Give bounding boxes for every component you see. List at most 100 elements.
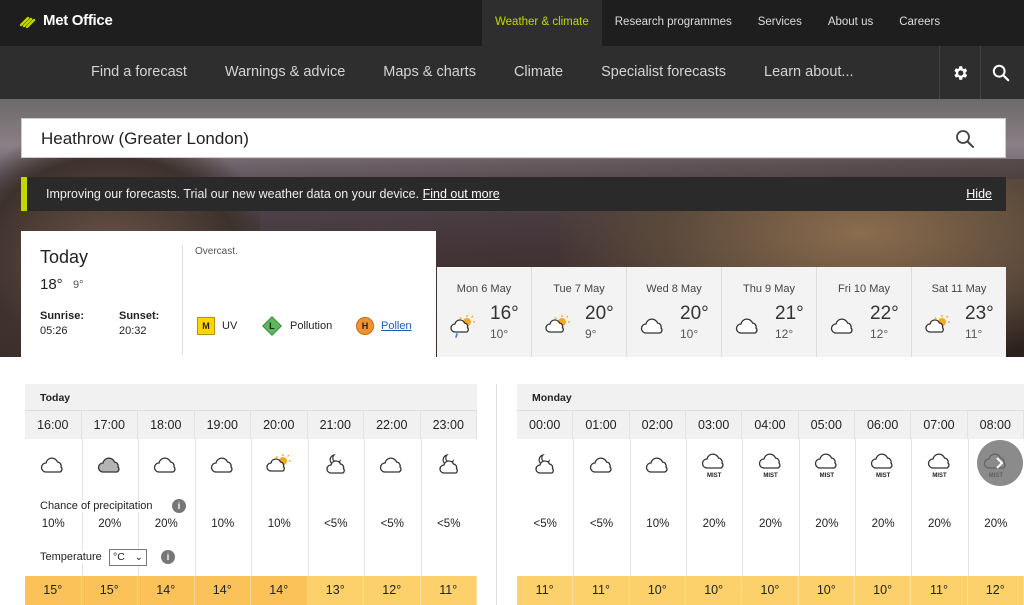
- nav-search-button[interactable]: [980, 46, 1021, 99]
- find-out-more-link[interactable]: Find out more: [423, 187, 500, 201]
- precip-value: 10%: [41, 518, 65, 530]
- next-hours-button[interactable]: [977, 440, 1023, 486]
- today-temps-row: 15° 15° 14° 14° 14° 13° 12° 11°: [25, 576, 477, 605]
- hour-time: 23:00: [421, 411, 477, 439]
- top-link-weather-climate[interactable]: Weather & climate: [482, 0, 602, 46]
- mist-label: MIST: [819, 473, 834, 479]
- temperature-value: 12°: [967, 576, 1024, 605]
- temperature-label: Temperature: [40, 551, 106, 563]
- main-nav: Find a forecast Warnings & advice Maps &…: [0, 46, 1024, 99]
- cloud-icon: [640, 318, 663, 334]
- hourly-monday-panel: Monday 00:00 01:00 02:00 03:00 04:00 05:00 06:…: [517, 384, 1024, 605]
- temperature-value: 10°: [629, 576, 686, 605]
- today-high: 18°: [40, 276, 63, 293]
- temperature-value: 11°: [573, 576, 630, 605]
- hour-time: 22:00: [364, 411, 421, 439]
- temperature-info-icon[interactable]: i: [161, 550, 175, 564]
- temperature-value: 12°: [364, 576, 421, 605]
- info-banner: Improving our forecasts. Trial our new w…: [21, 177, 1006, 211]
- sunrise-time: 05:26: [40, 325, 68, 337]
- precip-value: 20%: [702, 518, 726, 530]
- hour-time: 20:00: [251, 411, 308, 439]
- hour-time: 19:00: [195, 411, 251, 439]
- hide-banner-link[interactable]: Hide: [966, 187, 992, 201]
- moon-cloud-icon: [439, 453, 458, 474]
- temperature-value: 10°: [798, 576, 855, 605]
- cloud-icon: [645, 457, 668, 473]
- precip-info-icon[interactable]: i: [172, 499, 186, 513]
- mist-label: MIST: [763, 473, 778, 479]
- grey-cloud-icon: [97, 457, 120, 473]
- card-divider: [182, 245, 183, 355]
- precip-value: 20%: [815, 518, 839, 530]
- precip-value: <5%: [533, 518, 557, 530]
- sunset-label: Sunset:: [119, 310, 160, 322]
- temperature-value: 11°: [911, 576, 968, 605]
- hour-time: 18:00: [138, 411, 195, 439]
- cloud-icon: [41, 457, 63, 473]
- nav-warnings[interactable]: Warnings & advice: [206, 46, 364, 99]
- banner-text: Improving our forecasts. Trial our new w…: [46, 187, 420, 201]
- temperature-value: 15°: [81, 576, 138, 605]
- precip-value: 20%: [154, 518, 178, 530]
- temperature-value: 10°: [742, 576, 799, 605]
- location-search-input[interactable]: Heathrow (Greater London): [21, 118, 1006, 158]
- temperature-value: 14°: [194, 576, 251, 605]
- mist-label: MIST: [932, 473, 947, 479]
- today-card: Today 18° 9° Sunrise: 05:26 Sunset: 20:3…: [21, 231, 436, 357]
- hour-time: 03:00: [686, 411, 743, 439]
- precip-value: <5%: [437, 518, 461, 530]
- day-tab-tue[interactable]: Tue 7 May 20° 9°: [532, 267, 627, 357]
- precip-value: 20%: [927, 518, 951, 530]
- nav-maps-charts[interactable]: Maps & charts: [364, 46, 495, 99]
- day-tab-fri[interactable]: Fri 10 May 22° 12°: [817, 267, 912, 357]
- top-link-services[interactable]: Services: [745, 0, 815, 46]
- cloud-icon: [830, 318, 853, 334]
- day-tab-sat[interactable]: Sat 11 May 23° 11°: [912, 267, 1006, 357]
- temperature-value: 10°: [854, 576, 912, 605]
- top-link-careers[interactable]: Careers: [886, 0, 953, 46]
- brand-name: Met Office: [43, 12, 113, 29]
- temperature-unit-select[interactable]: °C ⌄: [109, 549, 147, 566]
- today-summary: Overcast.: [195, 246, 238, 257]
- precip-label: Chance of precipitation: [40, 500, 157, 512]
- top-bar: Met Office Weather & climate Research pr…: [0, 0, 1024, 46]
- top-link-research[interactable]: Research programmes: [602, 0, 745, 46]
- met-office-logo[interactable]: Met Office: [20, 12, 113, 29]
- settings-button[interactable]: [939, 46, 980, 99]
- day-tab-mon[interactable]: Mon 6 May 16° 10°: [437, 267, 532, 357]
- nav-learn-about[interactable]: Learn about...: [745, 46, 873, 99]
- cloud-icon: [154, 457, 176, 473]
- precip-value: <5%: [589, 518, 614, 530]
- sun-cloud-rain-icon: [450, 315, 475, 338]
- mist-label: MIST: [706, 473, 722, 479]
- search-icon[interactable]: [955, 129, 975, 149]
- sun-cloud-icon: [545, 315, 570, 333]
- temperature-value: 14°: [251, 576, 308, 605]
- sun-cloud-icon: [266, 454, 292, 472]
- hour-time: 02:00: [630, 411, 686, 439]
- nav-find-forecast[interactable]: Find a forecast: [72, 46, 206, 99]
- cloud-icon: [589, 457, 612, 473]
- mist-label: MIST: [875, 473, 891, 479]
- uv-badge: M: [197, 317, 215, 335]
- temperature-value: 11°: [420, 576, 477, 605]
- hour-time: 06:00: [855, 411, 912, 439]
- banner-accent: [21, 177, 27, 211]
- top-link-about[interactable]: About us: [815, 0, 886, 46]
- precip-value: 10%: [211, 518, 235, 530]
- nav-specialist[interactable]: Specialist forecasts: [582, 46, 745, 99]
- precip-value: <5%: [380, 518, 404, 530]
- today-times-row: 16:00 17:00 18:00 19:00 20:00 21:00 22:00 23:00: [25, 410, 477, 439]
- moon-cloud-icon: [326, 453, 345, 474]
- precip-value: 20%: [758, 518, 782, 530]
- day-tab-thu[interactable]: Thu 9 May 21° 12°: [722, 267, 817, 357]
- day-tab-wed[interactable]: Wed 8 May 20° 10°: [627, 267, 722, 357]
- logo-icon: [20, 16, 36, 28]
- precip-value: 10%: [267, 518, 291, 530]
- sun-cloud-icon: [925, 315, 950, 333]
- precip-value: <5%: [324, 518, 348, 530]
- pollen-link[interactable]: Pollen: [381, 320, 412, 332]
- temperature-value: 11°: [517, 576, 574, 605]
- nav-climate[interactable]: Climate: [495, 46, 582, 99]
